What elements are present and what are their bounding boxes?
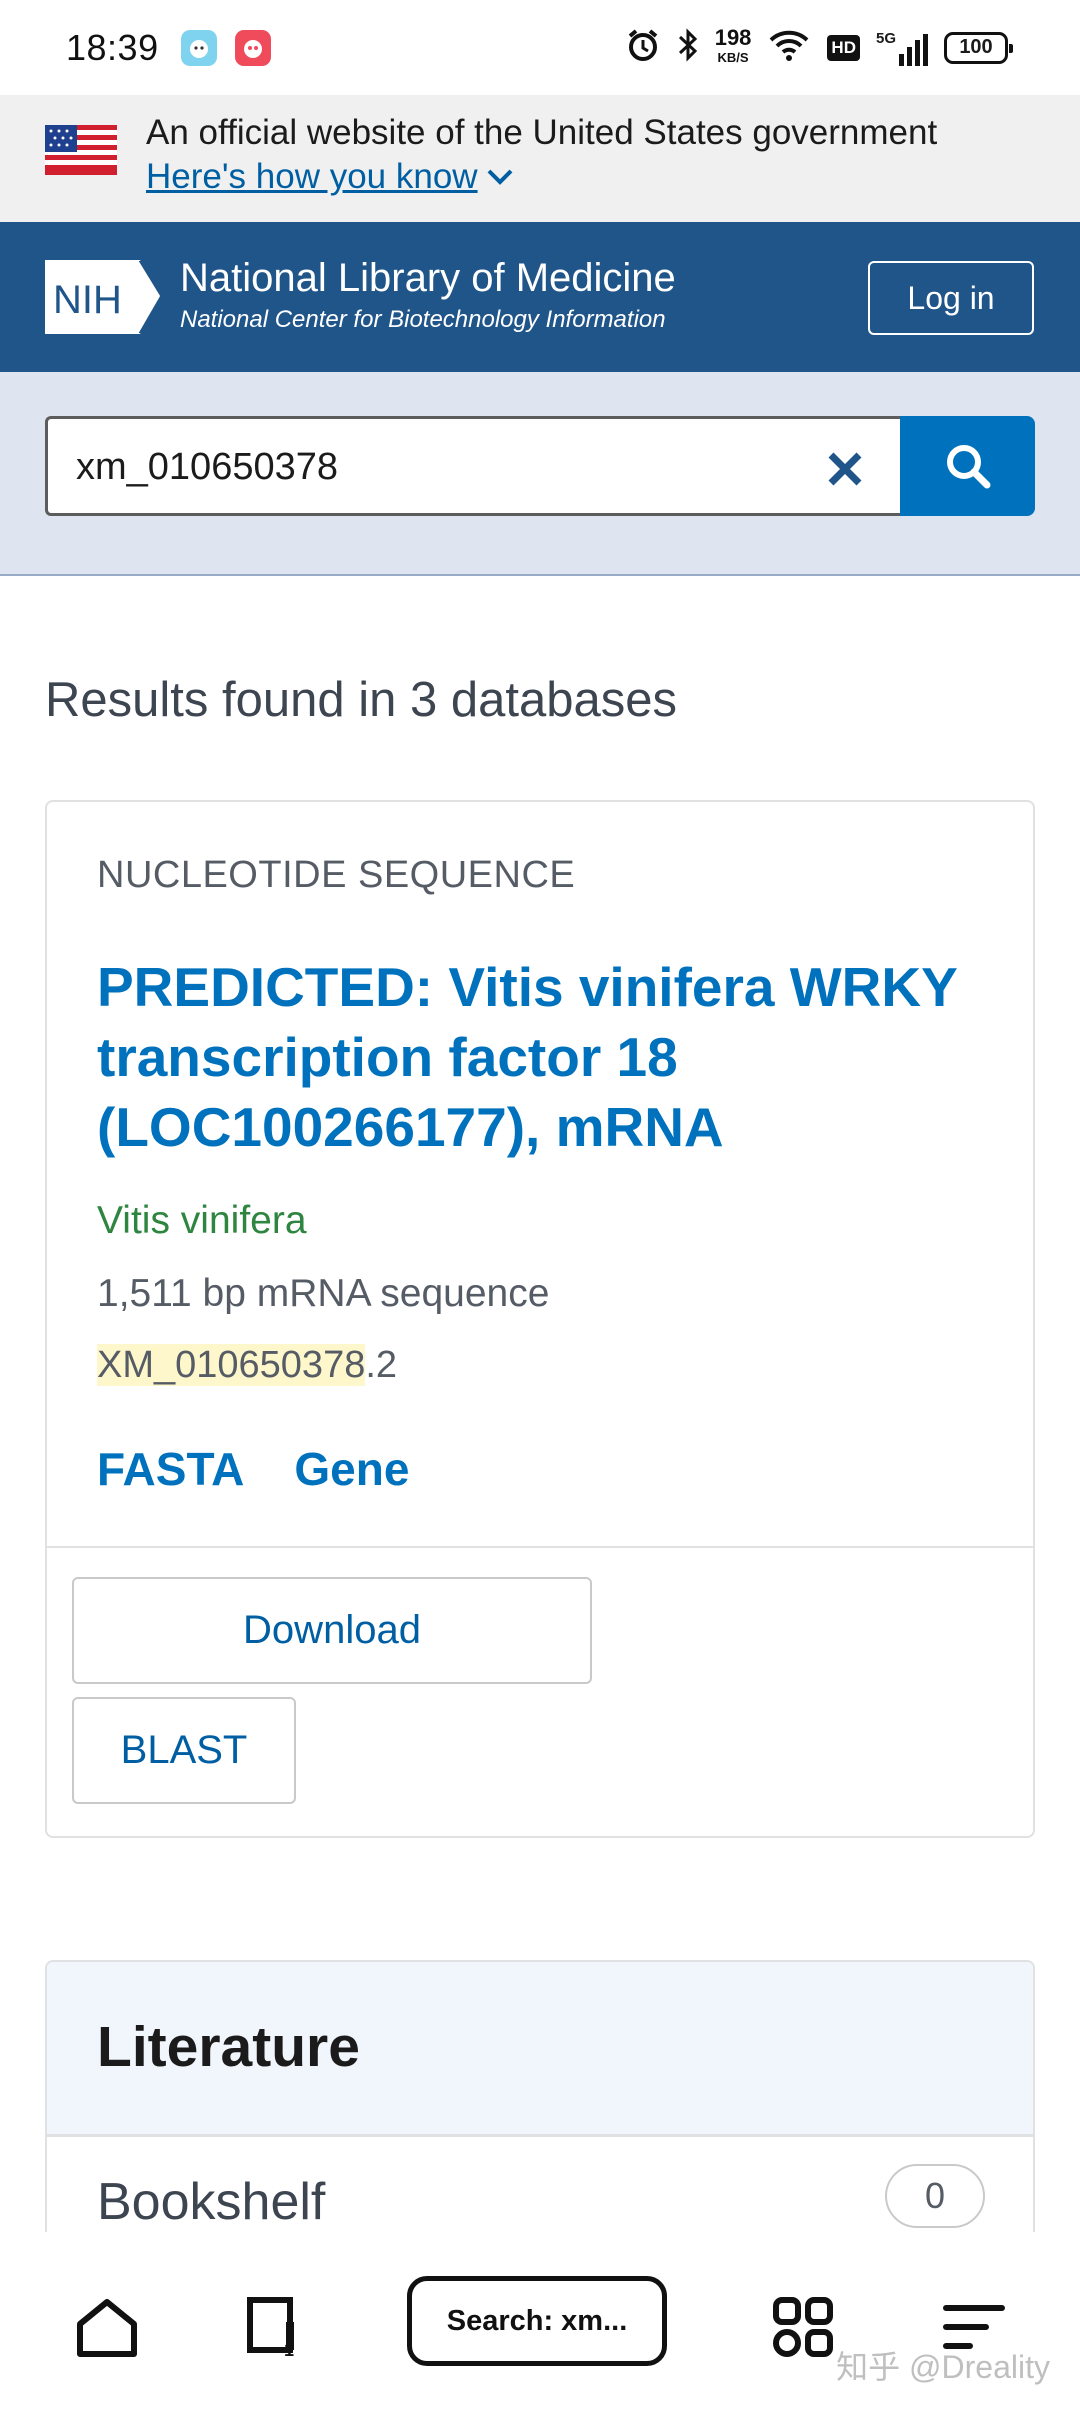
bookshelf-link[interactable]: Bookshelf <box>97 2172 325 2232</box>
svg-text:1: 1 <box>284 2340 294 2360</box>
search-box <box>45 416 903 516</box>
search-button[interactable] <box>900 416 1035 516</box>
wifi-icon <box>767 27 811 68</box>
results-heading: Results found in 3 databases <box>45 673 677 727</box>
literature-section: Literature Bookshelf 0 <box>45 1960 1035 2260</box>
fasta-link[interactable]: FASTA <box>97 1442 244 1496</box>
status-time: 18:39 <box>66 26 159 68</box>
search-icon <box>946 445 990 489</box>
home-icon[interactable] <box>72 2292 142 2362</box>
accession-highlight: XM_010650378 <box>97 1344 366 1386</box>
apps-grid-icon[interactable] <box>768 2292 838 2362</box>
bluetooth-icon <box>677 27 699 68</box>
blast-button[interactable]: BLAST <box>72 1697 296 1804</box>
how-you-know-link[interactable]: Here's how you know <box>146 157 514 197</box>
card-divider <box>47 1546 1033 1548</box>
svg-text:NIH: NIH <box>53 278 122 322</box>
result-title-link[interactable]: PREDICTED: Vitis vinifera WRKY transcrip… <box>97 952 997 1162</box>
address-bar[interactable]: Search: xm... <box>407 2276 667 2366</box>
search-band <box>0 372 1080 576</box>
result-organism: Vitis vinifera <box>97 1199 307 1242</box>
how-you-know-label: Here's how you know <box>146 157 478 196</box>
result-accession: XM_010650378.2 <box>97 1344 397 1387</box>
bookshelf-count-badge: 0 <box>885 2164 985 2228</box>
result-description: 1,511 bp mRNA sequence <box>97 1272 550 1315</box>
nucleotide-result-card: NUCLEOTIDE SEQUENCE PREDICTED: Vitis vin… <box>45 800 1035 1838</box>
clear-search-icon[interactable] <box>823 447 867 491</box>
search-input[interactable] <box>76 439 776 495</box>
watermark: 知乎 @Dreality <box>836 2349 1050 2385</box>
result-links: FASTA Gene <box>97 1442 409 1496</box>
site-title[interactable]: National Library of Medicine <box>180 256 676 301</box>
network-speed: 198 KB/S <box>714 25 752 66</box>
app-notification-icon <box>234 29 271 66</box>
download-button[interactable]: Download <box>72 1577 592 1684</box>
site-subtitle: National Center for Biotechnology Inform… <box>180 306 666 333</box>
battery-icon: 100 <box>944 31 1013 64</box>
nih-logo[interactable]: NIH <box>45 258 167 336</box>
alarm-icon <box>625 27 661 68</box>
result-category: NUCLEOTIDE SEQUENCE <box>97 854 576 896</box>
login-button[interactable]: Log in <box>868 261 1034 335</box>
us-flag-icon <box>45 125 117 175</box>
hd-icon: HD <box>827 34 860 61</box>
app-notification-icon <box>180 29 217 66</box>
tabs-icon[interactable]: 1 <box>238 2292 308 2362</box>
literature-title: Literature <box>97 2015 360 2079</box>
signal-icon: 5G <box>876 30 928 66</box>
literature-header: Literature <box>47 1962 1033 2137</box>
gov-banner-text: An official website of the United States… <box>146 113 938 152</box>
browser-bottom-bar: 1 Search: xm... 知乎 @Dreality <box>0 2232 1080 2412</box>
chevron-down-icon <box>487 169 512 185</box>
site-header: NIH National Library of Medicine Nationa… <box>0 222 1080 372</box>
gov-banner: An official website of the United States… <box>0 95 1080 222</box>
gene-link[interactable]: Gene <box>294 1442 409 1496</box>
accession-version: .2 <box>365 1344 398 1386</box>
status-bar: 18:39 198 KB/S HD 5G 100 <box>0 0 1080 95</box>
